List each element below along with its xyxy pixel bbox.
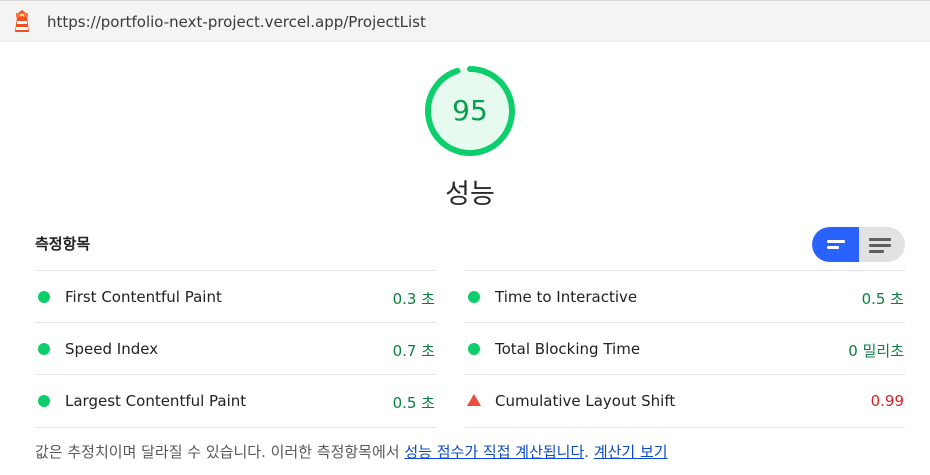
note-separator: . (584, 443, 594, 461)
score-calculation-link[interactable]: 성능 점수가 직접 계산됩니다 (404, 443, 584, 461)
metric-name: Cumulative Layout Shift (495, 392, 676, 410)
metric-value: 0.3 초 (392, 290, 435, 308)
metric-time-to-interactive: Time to Interactive 0.5 초 (465, 270, 905, 322)
metric-cumulative-layout-shift: Cumulative Layout Shift 0.99 (465, 374, 905, 426)
metric-total-blocking-time: Total Blocking Time 0 밀리초 (465, 322, 905, 374)
pass-indicator-icon (468, 343, 480, 355)
metrics-column-right: Time to Interactive 0.5 초 Total Blocking… (465, 270, 905, 426)
page-url[interactable]: https://portfolio-next-project.vercel.ap… (47, 13, 426, 31)
performance-gauge: 95 (423, 64, 517, 158)
metrics-note: 값은 추정치이며 달라질 수 있습니다. 이러한 측정항목에서 성능 점수가 직… (35, 441, 668, 462)
calculator-link[interactable]: 계산기 보기 (594, 443, 668, 461)
metric-speed-index: Speed Index 0.7 초 (35, 322, 436, 374)
expanded-view-button[interactable] (859, 227, 905, 262)
metric-name: Total Blocking Time (495, 340, 641, 358)
metric-value: 0.7 초 (392, 342, 435, 360)
divider (35, 427, 436, 428)
metric-value: 0.99 (870, 392, 904, 410)
pass-indicator-icon (468, 291, 480, 303)
pass-indicator-icon (38, 343, 50, 355)
metric-value: 0.5 초 (392, 394, 435, 412)
metrics-view-toggle (812, 227, 905, 262)
note-text: 값은 추정치이며 달라질 수 있습니다. 이러한 측정항목에서 (35, 443, 405, 461)
metric-largest-contentful-paint: Largest Contentful Paint 0.5 초 (35, 374, 436, 426)
fail-indicator-icon (467, 394, 481, 406)
performance-score: 95 (452, 94, 488, 127)
metric-name: Speed Index (65, 340, 159, 358)
pass-indicator-icon (38, 291, 50, 303)
metric-value: 0 밀리초 (848, 342, 904, 360)
address-bar: https://portfolio-next-project.vercel.ap… (0, 0, 930, 42)
lighthouse-icon (15, 10, 29, 32)
metrics-column-left: First Contentful Paint 0.3 초 Speed Index… (35, 270, 436, 426)
metric-name: Largest Contentful Paint (65, 392, 247, 410)
gauge-label: 성능 (445, 179, 495, 210)
pass-indicator-icon (38, 395, 50, 407)
metric-name: Time to Interactive (495, 288, 638, 306)
metrics-title: 측정항목 (35, 235, 91, 253)
metric-first-contentful-paint: First Contentful Paint 0.3 초 (35, 270, 436, 322)
metric-value: 0.5 초 (861, 290, 904, 308)
divider (465, 427, 905, 428)
metric-name: First Contentful Paint (65, 288, 222, 306)
compact-view-button[interactable] (812, 227, 859, 262)
